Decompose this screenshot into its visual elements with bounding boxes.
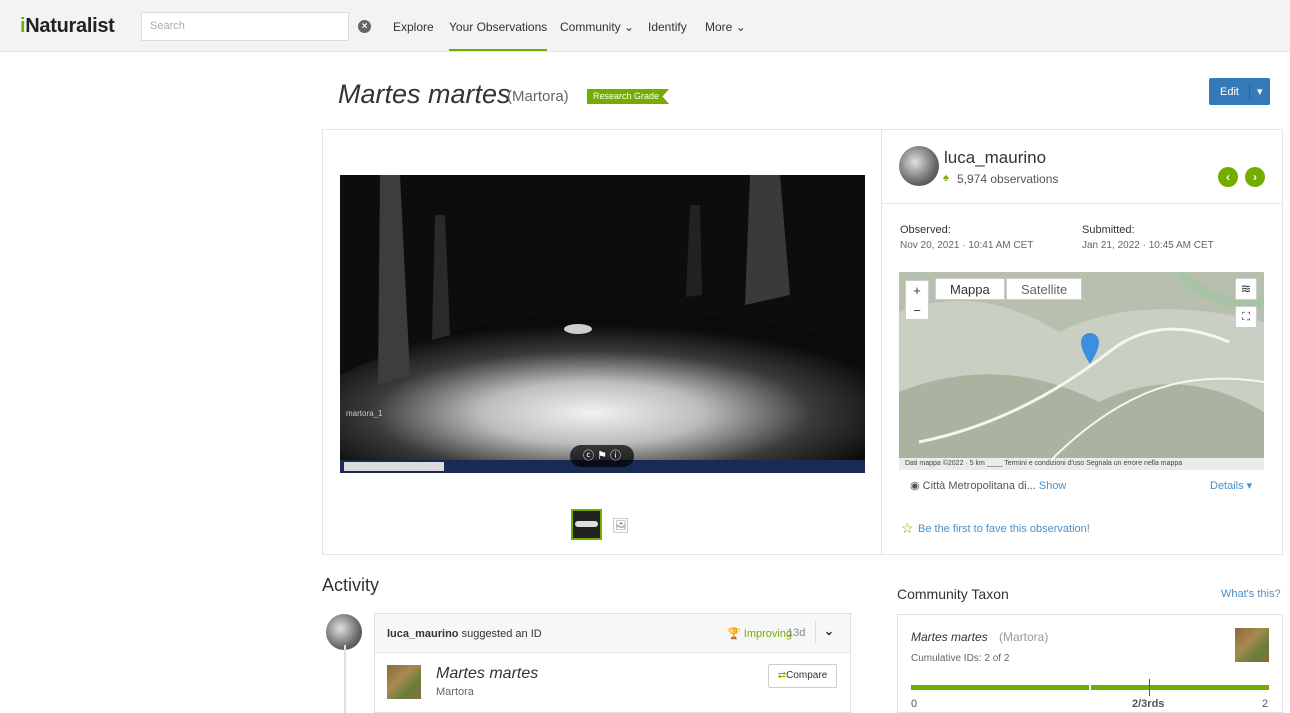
trail-camera-image [340,175,865,473]
research-grade-badge: Research Grade [587,89,670,104]
chevron-down-icon: ⌄ [624,20,635,34]
flag-icon[interactable]: ⚑ [597,450,607,462]
panel-divider [882,203,1282,204]
identification-common-name: Martora [436,686,474,698]
zoom-controls[interactable]: + − [905,280,929,320]
edit-button[interactable]: Edit ▾ [1209,78,1270,105]
nav-identify[interactable]: Identify [648,20,687,34]
activity-timeline [344,645,346,713]
submitted-date: Jan 21, 2022 · 10:45 AM CET [1082,240,1214,251]
identification-taxon-name[interactable]: Martes martes [436,665,538,683]
terrain-map [899,272,1264,470]
fullscreen-icon[interactable]: ⛶ [1235,306,1257,328]
search-clear-icon[interactable]: × [358,20,371,33]
info-icon[interactable]: ⓘ [610,450,621,462]
zoom-out-icon[interactable]: − [913,303,921,318]
photo-thumbnail[interactable] [571,509,602,540]
map-attribution: Dati mappa ©2022 · 5 km ____ Termini e c… [899,458,1264,470]
observation-map[interactable]: + − Mappa Satellite ≋ ⛶ Dati mappa ©2022 … [899,272,1264,470]
header-separator [815,620,816,644]
community-taxon-thumbnail[interactable] [1235,628,1269,662]
cumulative-ids: Cumulative IDs: 2 of 2 [911,653,1010,664]
fave-link[interactable]: Be the first to fave this observation! [918,523,1090,535]
two-thirds-marker [1149,679,1150,696]
improving-badge: 🏆 Improving [727,628,793,640]
observation-photo[interactable]: martora_1 ⓒ ⚑ ⓘ [340,175,865,473]
photo-actions[interactable]: ⓒ ⚑ ⓘ [570,445,634,467]
layers-icon[interactable]: ≋ [1235,278,1257,300]
map-tab-satellite[interactable]: Satellite [1006,278,1083,300]
photo-caption: martora_1 [346,409,383,418]
star-icon[interactable]: ☆ [901,520,914,537]
add-photo-icon[interactable]: 🖼 [612,517,630,534]
axis-max: 2 [1262,698,1269,710]
details-dropdown[interactable]: Details ▾ [1210,479,1252,492]
observation-common-name: (Martora) [507,88,569,105]
whats-this-link[interactable]: What's this? [1221,588,1281,600]
binoculars-icon: ♠ [943,172,949,184]
observed-label: Observed: [900,224,951,236]
zoom-in-icon[interactable]: + [913,283,921,298]
community-taxon-heading: Community Taxon [897,586,1009,602]
map-tab-mappa[interactable]: Mappa [935,278,1005,300]
identification-age: 13d [787,627,806,639]
inaturalist-logo[interactable]: iNaturalist [20,15,115,38]
caret-down-icon[interactable]: ▾ [1257,85,1263,98]
observation-title: Martes martes [338,79,511,109]
show-location-link[interactable]: Show [1039,480,1067,492]
observer-avatar[interactable] [899,146,939,186]
nav-community[interactable]: Community ⌄ [560,20,634,34]
observer-observation-count[interactable]: 5,974 observations [957,172,1058,186]
edit-button-divider [1249,84,1250,99]
previous-observation-icon[interactable]: ‹ [1218,167,1238,187]
place-name: ◉ Città Metropolitana di... Show [910,480,1067,492]
nav-explore[interactable]: Explore [393,20,434,34]
submitted-label: Submitted: [1082,224,1135,236]
axis-min: 0 [911,698,918,710]
nav-more[interactable]: More ⌄ [705,20,746,34]
community-taxon-common: (Martora) [999,630,1049,644]
observer-username[interactable]: luca_maurino [944,148,1046,168]
compare-icon: ⇄ [777,670,787,681]
chevron-down-icon[interactable]: ⌄ [824,624,834,638]
axis-two-thirds: 2/3rds [1132,698,1165,710]
compare-button[interactable]: ⇄Compare [768,664,837,688]
observed-date: Nov 20, 2021 · 10:41 AM CET [900,240,1034,251]
community-taxon-name[interactable]: Martes martes [911,630,988,644]
activity-heading: Activity [322,575,380,595]
nav-your-observations[interactable]: Your Observations [449,20,548,51]
next-observation-icon[interactable]: › [1245,167,1265,187]
cc-license-icon[interactable]: ⓒ [583,450,594,462]
identifier-username[interactable]: luca_maurino [387,628,459,640]
bar-segment-gap [1089,685,1091,690]
chevron-down-icon: ⌄ [735,20,746,34]
search-input[interactable]: Search [141,12,349,41]
eye-icon: ◉ [910,480,920,492]
taxon-thumbnail[interactable] [387,665,421,699]
